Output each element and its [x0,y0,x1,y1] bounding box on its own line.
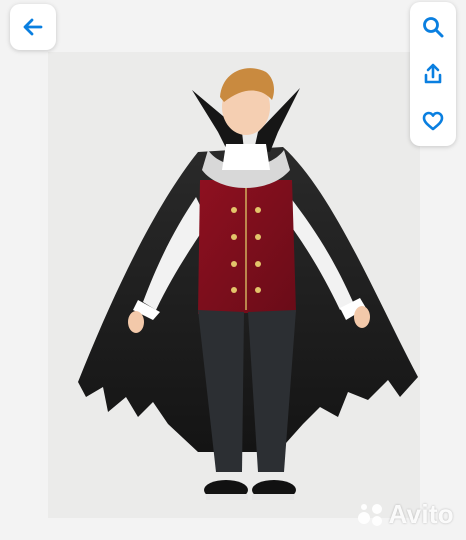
share-icon [424,63,442,84]
costume-illustration [78,68,418,500]
watermark-text: Avito [388,499,454,529]
arrow-left-icon [23,18,43,36]
search-icon [423,17,444,38]
product-photo[interactable] [48,52,420,518]
back-button[interactable] [10,4,56,50]
share-button[interactable] [410,51,456,97]
favorite-button[interactable] [410,98,456,144]
avito-logo-icon [358,502,384,528]
watermark: Avito [358,499,454,530]
image-viewer: Avito [0,0,466,540]
search-button[interactable] [410,4,456,50]
heart-icon [422,111,444,131]
action-toolbar [410,2,456,146]
